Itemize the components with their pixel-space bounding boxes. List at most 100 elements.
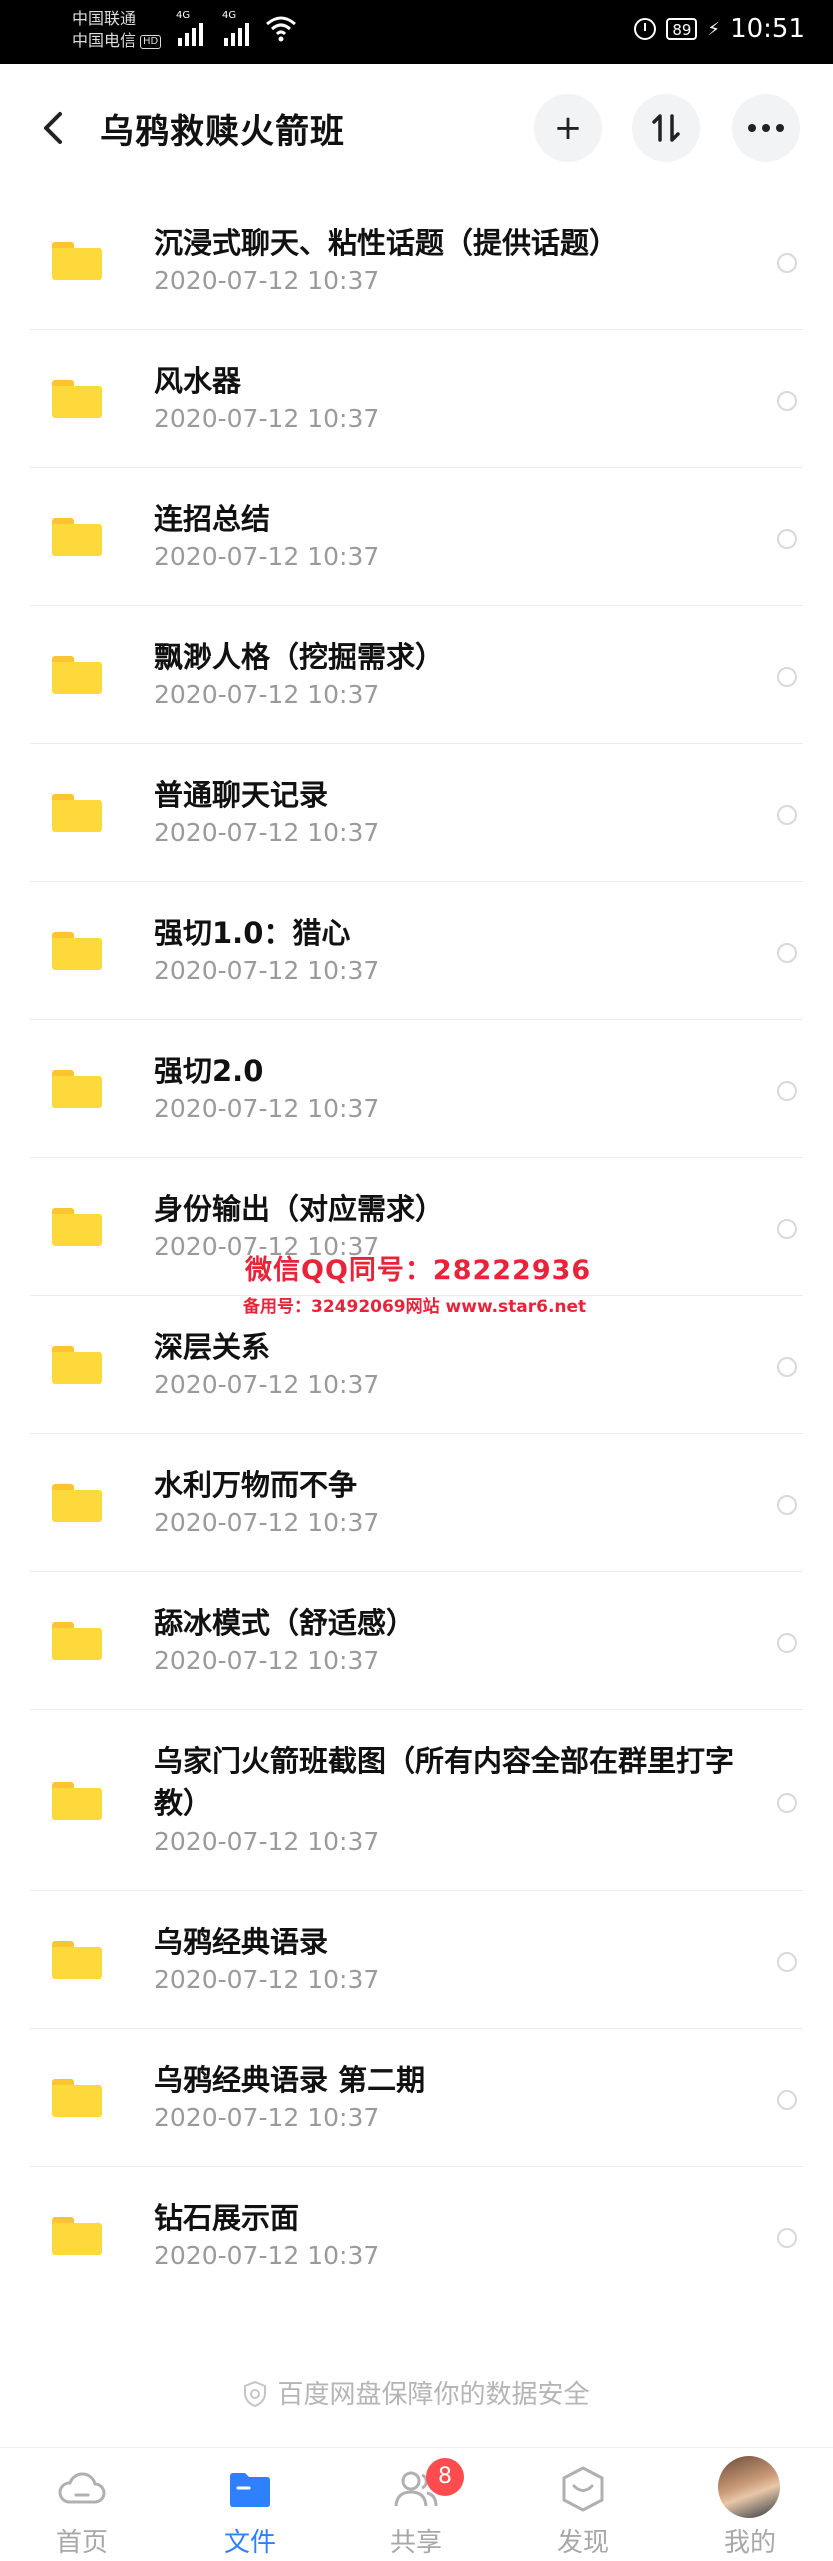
file-name: 舔冰模式（舒适感） bbox=[154, 1606, 416, 1640]
file-name: 强切1.0：猎心 bbox=[154, 916, 351, 950]
select-radio[interactable] bbox=[777, 529, 797, 549]
page-title: 乌鸦救赎火箭班 bbox=[100, 112, 345, 152]
tab-discover[interactable]: 发现 bbox=[523, 2448, 643, 2561]
file-date: 2020-07-12 10:37 bbox=[154, 1508, 380, 1537]
folder-icon bbox=[52, 242, 102, 280]
select-radio[interactable] bbox=[777, 1357, 797, 1377]
file-date: 2020-07-12 10:37 bbox=[154, 1646, 380, 1675]
network-type-2: 4G bbox=[222, 10, 237, 21]
file-row[interactable]: 乌鸦经典语录 第二期 2020-07-12 10:37 bbox=[0, 2029, 833, 2167]
file-row[interactable]: 飘渺人格（挖掘需求） 2020-07-12 10:37 bbox=[0, 606, 833, 744]
cloud-icon bbox=[58, 2472, 106, 2504]
file-name: 乌鸦经典语录 第二期 bbox=[154, 2063, 426, 2097]
file-name: 普通聊天记录 bbox=[154, 778, 329, 812]
network-type-1: 4G bbox=[176, 10, 191, 21]
select-radio[interactable] bbox=[777, 1952, 797, 1972]
folder-icon bbox=[52, 932, 102, 970]
folder-icon bbox=[52, 794, 102, 832]
tab-discover-label: 发现 bbox=[556, 2528, 609, 2558]
back-icon[interactable] bbox=[36, 108, 72, 148]
select-radio[interactable] bbox=[777, 667, 797, 687]
select-radio[interactable] bbox=[777, 1219, 797, 1239]
file-row[interactable]: 乌家门火箭班截图（所有内容全部在群里打字教） 2020-07-12 10:37 bbox=[0, 1710, 833, 1891]
file-row[interactable]: 钻石展示面 2020-07-12 10:37 bbox=[0, 2167, 833, 2305]
folder-icon bbox=[52, 1622, 102, 1660]
select-radio[interactable] bbox=[777, 943, 797, 963]
file-name: 连招总结 bbox=[154, 502, 271, 536]
file-date: 2020-07-12 10:37 bbox=[154, 2241, 380, 2270]
tab-files[interactable]: 文件 bbox=[190, 2448, 310, 2561]
add-button[interactable]: + bbox=[534, 94, 602, 162]
file-row[interactable]: 强切1.0：猎心 2020-07-12 10:37 bbox=[0, 882, 833, 1020]
file-name: 乌家门火箭班截图（所有内容全部在群里打字教） bbox=[154, 1744, 735, 1820]
folder-icon bbox=[52, 2079, 102, 2117]
file-name: 乌鸦经典语录 bbox=[154, 1925, 329, 1959]
select-radio[interactable] bbox=[777, 805, 797, 825]
discover-icon bbox=[562, 2466, 604, 2512]
wifi-icon bbox=[266, 16, 296, 42]
folder-icon bbox=[52, 656, 102, 694]
alarm-icon bbox=[634, 18, 657, 40]
battery-icon: 89 bbox=[666, 18, 698, 40]
file-row[interactable]: 连招总结 2020-07-12 10:37 bbox=[0, 468, 833, 606]
select-radio[interactable] bbox=[777, 1633, 797, 1653]
file-date: 2020-07-12 10:37 bbox=[154, 680, 380, 709]
file-name: 钻石展示面 bbox=[154, 2201, 300, 2235]
power-saving-icon: ⚡ bbox=[707, 18, 721, 40]
file-date: 2020-07-12 10:37 bbox=[154, 2103, 380, 2132]
carrier-2: 中国电信 bbox=[72, 31, 137, 50]
file-row[interactable]: 舔冰模式（舒适感） 2020-07-12 10:37 bbox=[0, 1572, 833, 1710]
status-bar: 中国联通 中国电信 HD 4G 4G 89 ⚡ 10:51 bbox=[0, 0, 833, 64]
file-date: 2020-07-12 10:37 bbox=[154, 266, 380, 295]
file-name: 强切2.0 bbox=[154, 1054, 264, 1088]
clock: 10:51 bbox=[730, 14, 805, 44]
security-note: 百度网盘保障你的数据安全 bbox=[0, 2374, 833, 2411]
file-row[interactable]: 沉浸式聊天、粘性话题（提供话题） 2020-07-12 10:37 bbox=[0, 192, 833, 330]
file-name: 深层关系 bbox=[154, 1330, 271, 1364]
tab-files-label: 文件 bbox=[223, 2528, 276, 2558]
file-name: 身份输出（对应需求） bbox=[154, 1192, 445, 1226]
file-row[interactable]: 强切2.0 2020-07-12 10:37 bbox=[0, 1020, 833, 1158]
file-date: 2020-07-12 10:37 bbox=[154, 404, 380, 433]
signal-icon: 4G bbox=[176, 10, 203, 46]
folder-icon bbox=[52, 380, 102, 418]
file-name: 飘渺人格（挖掘需求） bbox=[154, 640, 445, 674]
file-date: 2020-07-12 10:37 bbox=[154, 1965, 380, 1994]
file-name: 水利万物而不争 bbox=[154, 1468, 358, 1502]
file-row[interactable]: 水利万物而不争 2020-07-12 10:37 bbox=[0, 1434, 833, 1572]
file-name: 风水器 bbox=[154, 364, 242, 398]
share-badge: 8 bbox=[426, 2458, 464, 2496]
tab-share[interactable]: 8 共享 bbox=[356, 2448, 476, 2561]
carrier-1: 中国联通 bbox=[72, 9, 137, 28]
shield-icon bbox=[244, 2381, 267, 2407]
file-row[interactable]: 风水器 2020-07-12 10:37 bbox=[0, 330, 833, 468]
sort-button[interactable] bbox=[632, 94, 700, 162]
watermark-line-1: 微信QQ同号：28222936 bbox=[245, 1255, 592, 1286]
file-date: 2020-07-12 10:37 bbox=[154, 956, 380, 985]
select-radio[interactable] bbox=[777, 1495, 797, 1515]
bottom-tab-bar: 首页 文件 8 共享 发现 我的 bbox=[0, 2447, 833, 2561]
select-radio[interactable] bbox=[777, 391, 797, 411]
tab-me[interactable]: 我的 bbox=[690, 2448, 810, 2561]
file-row[interactable]: 乌鸦经典语录 2020-07-12 10:37 bbox=[0, 1891, 833, 2029]
folder-icon bbox=[52, 1208, 102, 1246]
security-note-text: 百度网盘保障你的数据安全 bbox=[277, 2380, 590, 2410]
tab-home[interactable]: 首页 bbox=[22, 2448, 142, 2561]
file-row[interactable]: 普通聊天记录 2020-07-12 10:37 bbox=[0, 744, 833, 882]
file-name: 沉浸式聊天、粘性话题（提供话题） bbox=[154, 226, 619, 260]
carrier-info: 中国联通 中国电信 HD bbox=[72, 8, 162, 52]
plus-icon: + bbox=[553, 108, 583, 148]
avatar bbox=[718, 2456, 780, 2518]
select-radio[interactable] bbox=[777, 2090, 797, 2110]
watermark-line-2: 备用号：32492069网站 www.star6.net bbox=[243, 1297, 587, 1317]
folder-icon bbox=[52, 1782, 102, 1820]
folder-icon bbox=[52, 1941, 102, 1979]
file-date: 2020-07-12 10:37 bbox=[154, 1094, 380, 1123]
select-radio[interactable] bbox=[777, 2228, 797, 2248]
folder-icon bbox=[230, 2473, 270, 2507]
select-radio[interactable] bbox=[777, 1792, 797, 1813]
select-radio[interactable] bbox=[777, 253, 797, 273]
select-radio[interactable] bbox=[777, 1081, 797, 1101]
folder-icon bbox=[52, 1484, 102, 1522]
more-button[interactable] bbox=[732, 94, 800, 162]
